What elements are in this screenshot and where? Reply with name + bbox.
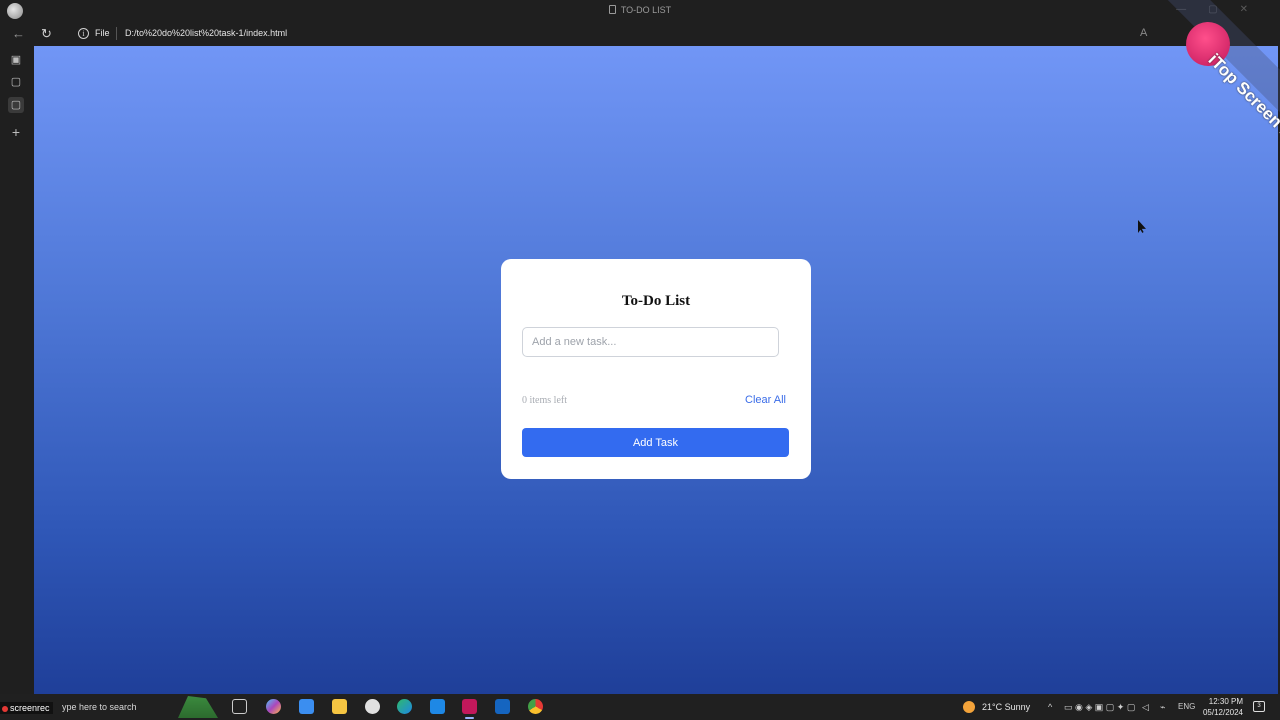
sidebar-tab-active-icon[interactable]: ▢: [8, 97, 24, 113]
copilot-icon[interactable]: [266, 699, 281, 714]
taskbar-clock[interactable]: 12:30 PM 05/12/2024: [1198, 696, 1243, 718]
refresh-icon[interactable]: ↻: [41, 26, 52, 42]
windows-taskbar: screenrec ype here to search 21°C Sunny …: [0, 694, 1280, 720]
document-icon: [608, 5, 616, 14]
favorite-star-icon[interactable]: ☆: [1203, 27, 1213, 40]
screenrec-label: screenrec: [10, 703, 50, 713]
sidebar-tab-1-icon[interactable]: ▢: [8, 74, 24, 90]
read-aloud-icon[interactable]: A: [1140, 27, 1147, 39]
window-controls[interactable]: —▢✕: [1176, 4, 1270, 15]
notification-count: 3: [1257, 703, 1261, 709]
security-shield-icon[interactable]: [495, 699, 510, 714]
weather-text[interactable]: 21°C Sunny: [982, 702, 1030, 712]
tray-apps-icons[interactable]: ▭ ◉ ◈ ▣ ▢ ✦ ▢: [1064, 702, 1135, 713]
address-bar-url[interactable]: D:/to%20do%20list%20task-1/index.html: [125, 28, 287, 38]
todo-title: To-Do List: [621, 293, 691, 309]
screen-recorder-app-icon[interactable]: [462, 699, 477, 719]
file-explorer-icon[interactable]: [332, 699, 347, 714]
address-divider: [116, 27, 117, 40]
todo-card: To-Do List 0 items left Clear All Add Ta…: [501, 259, 811, 479]
store-icon[interactable]: [299, 699, 314, 714]
window-titlebar: TO-DO LIST —▢✕: [0, 0, 1280, 22]
screenrec-badge[interactable]: screenrec: [0, 702, 53, 714]
add-task-button[interactable]: Add Task: [522, 428, 789, 457]
weather-sun-icon[interactable]: [963, 701, 975, 713]
window-title-text: TO-DO LIST: [620, 5, 672, 15]
language-indicator[interactable]: ENG: [1178, 702, 1195, 711]
task-view-icon[interactable]: [232, 699, 247, 714]
clear-all-link[interactable]: Clear All: [745, 394, 786, 406]
edge-icon[interactable]: [397, 699, 412, 714]
info-icon[interactable]: i: [78, 28, 89, 39]
record-dot-icon: [2, 706, 8, 712]
taskbar-search[interactable]: ype here to search: [62, 702, 137, 712]
file-label: File: [95, 28, 110, 38]
new-task-input[interactable]: [522, 327, 779, 357]
volume-icon[interactable]: ◁: [1142, 702, 1149, 713]
tray-chevron-icon[interactable]: ^: [1048, 702, 1052, 712]
vscode-icon[interactable]: [430, 699, 445, 714]
tab-actions-icon[interactable]: ▣: [8, 52, 24, 68]
page-viewport: To-Do List 0 items left Clear All Add Ta…: [34, 46, 1278, 694]
clock-time: 12:30 PM: [1208, 697, 1243, 706]
network-icon[interactable]: ⌁: [1160, 702, 1165, 713]
back-arrow-icon[interactable]: ←: [12, 26, 25, 42]
browser-sidebar: ▣ ▢ ▢ +: [0, 46, 34, 694]
chrome-icon[interactable]: [528, 699, 543, 714]
items-left-count: 0 items left: [522, 395, 567, 406]
window-title: TO-DO LIST: [0, 5, 1280, 15]
chat-icon[interactable]: [365, 699, 380, 714]
new-tab-plus-icon[interactable]: +: [8, 124, 24, 140]
browser-navbar: ← ↻ i File D:/to%20do%20list%20task-1/in…: [0, 22, 1280, 46]
notification-center-icon[interactable]: 3: [1253, 701, 1265, 712]
clock-date: 05/12/2024: [1202, 708, 1243, 717]
search-highlight-icon: [178, 696, 218, 718]
